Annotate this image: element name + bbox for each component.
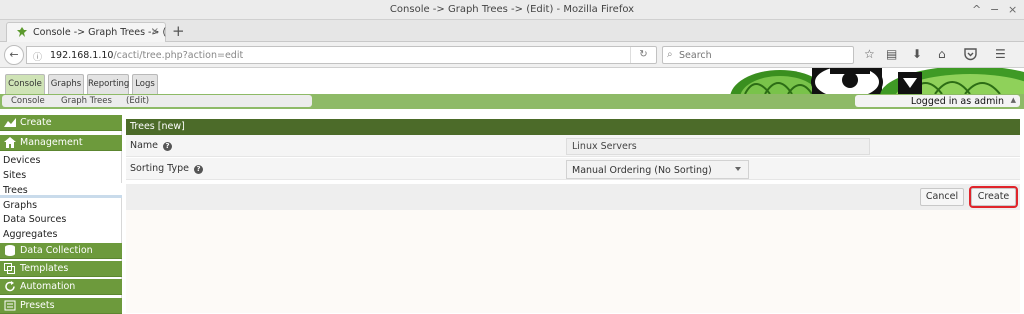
sidebar-item-label: Trees [3, 185, 28, 196]
sidebar-section-label: Automation [20, 281, 76, 292]
back-button[interactable]: ← [4, 45, 24, 65]
site-info-icon[interactable]: ⓘ [33, 50, 42, 63]
sidebar-section-management[interactable]: Management [0, 135, 122, 151]
sidebar-section-data-collection[interactable]: Data Collection [0, 243, 122, 259]
sorting-type-label: Sorting Type ? [130, 163, 204, 174]
refresh-icon [5, 281, 15, 292]
tab-logs[interactable]: Logs [132, 74, 158, 94]
sorting-type-value: Manual Ordering (No Sorting) [572, 165, 712, 176]
form-actions: Cancel Create [126, 184, 1020, 210]
sidebar-item-trees[interactable]: Trees [0, 183, 122, 198]
browser-tab-title: Console -> Graph Trees -> ( [33, 27, 167, 38]
sidebar-item-label: Devices [3, 155, 41, 166]
panel-title: Trees [new] [130, 121, 185, 132]
content-area [126, 210, 1020, 313]
main-content: Trees [new] Name ? Sorting Type ? Manual… [126, 119, 1020, 313]
sidebar-section-templates[interactable]: Templates [0, 261, 122, 277]
tab-console[interactable]: Console [5, 74, 45, 94]
create-button[interactable]: Create [969, 186, 1018, 208]
sidebar-item-graphs[interactable]: Graphs [0, 198, 122, 213]
navigation-bar: ← ⓘ 192.168.1.10/cacti/tree.php?action=e… [0, 42, 1024, 68]
name-field[interactable] [566, 138, 870, 155]
reload-icon[interactable]: ↻ [630, 47, 656, 63]
sidebar-item-label: Sites [3, 170, 27, 181]
search-box[interactable]: ⌕ [662, 46, 854, 64]
breadcrumb-edit: (Edit) [126, 96, 150, 106]
breadcrumb: Console Graph Trees (Edit) [2, 95, 312, 107]
pocket-icon[interactable] [964, 48, 977, 61]
copy-icon [4, 263, 15, 274]
search-input[interactable] [679, 48, 849, 62]
breadcrumb-console[interactable]: Console [11, 96, 45, 106]
name-label: Name ? [130, 140, 173, 151]
sidebar-item-label: Graphs [3, 200, 38, 211]
sidebar-item-label: Aggregates [3, 229, 58, 240]
menu-icon[interactable]: ☰ [995, 47, 1006, 61]
url-bar[interactable]: ⓘ 192.168.1.10/cacti/tree.php?action=edi… [26, 46, 657, 64]
sidebar-item-devices[interactable]: Devices [0, 153, 122, 168]
url-text: 192.168.1.10/cacti/tree.php?action=edit [50, 50, 243, 61]
url-path: /cacti/tree.php?action=edit [113, 50, 244, 61]
window-title: Console -> Graph Trees -> (Edit) - Mozil… [389, 4, 635, 15]
sidebar-section-label: Presets [20, 300, 55, 311]
url-host: 192.168.1.10 [50, 50, 114, 61]
help-icon[interactable]: ? [163, 142, 173, 151]
form-row-name: Name ? [126, 135, 1020, 157]
sidebar-item-sites[interactable]: Sites [0, 168, 122, 183]
sidebar: Create Management Devices Sites Trees Gr… [0, 115, 122, 314]
bookmark-star-icon[interactable]: ☆ [864, 47, 875, 61]
cacti-logo-image [720, 68, 1024, 94]
help-icon[interactable]: ? [194, 165, 204, 174]
sidebar-item-data-sources[interactable]: Data Sources [0, 212, 122, 227]
home-icon [4, 137, 16, 148]
sidebar-section-create[interactable]: Create [0, 115, 122, 131]
cancel-button[interactable]: Cancel [920, 188, 964, 206]
sidebar-item-aggregates[interactable]: Aggregates [0, 227, 122, 242]
sidebar-section-label: Templates [20, 263, 69, 274]
login-status: Logged in as admin [910, 96, 1004, 107]
dropdown-arrow-icon [735, 167, 741, 171]
window-maximize-icon[interactable]: ^ [972, 3, 981, 16]
tab-reporting[interactable]: Reporting [87, 74, 129, 94]
sorting-type-label-text: Sorting Type [130, 163, 190, 174]
name-label-text: Name [130, 140, 159, 151]
form-row-sorting-type: Sorting Type ? Manual Ordering (No Sorti… [126, 158, 1020, 180]
sidebar-section-presets[interactable]: Presets [0, 298, 122, 314]
sidebar-section-automation[interactable]: Automation [0, 279, 122, 295]
panel-header: Trees [new] [126, 119, 1020, 135]
browser-tab-strip: Console -> Graph Trees -> ( × + [0, 20, 1024, 42]
caret-up-icon: ▲ [1010, 96, 1016, 104]
list-icon [4, 300, 16, 311]
user-menu[interactable]: Logged in as admin ▲ [855, 95, 1020, 107]
cacti-header: Console Graphs Reporting Logs [0, 68, 1024, 94]
browser-tab[interactable]: Console -> Graph Trees -> ( × [6, 22, 166, 42]
new-tab-button[interactable]: + [172, 22, 185, 40]
database-icon [5, 245, 15, 256]
breadcrumb-graph-trees[interactable]: Graph Trees [61, 96, 112, 106]
cacti-favicon-icon [17, 27, 27, 37]
sidebar-item-label: Data Sources [3, 214, 67, 225]
sorting-type-select[interactable]: Manual Ordering (No Sorting) [566, 160, 749, 179]
breadcrumb-bar: Console Graph Trees (Edit) Logged in as … [0, 94, 1024, 109]
window-minimize-icon[interactable]: − [990, 3, 999, 16]
downloads-icon[interactable]: ⬇ [912, 47, 922, 61]
chart-icon [4, 118, 16, 127]
search-icon: ⌕ [667, 49, 673, 60]
sidebar-section-label: Data Collection [20, 245, 93, 256]
window-title-bar: Console -> Graph Trees -> (Edit) - Mozil… [0, 0, 1024, 20]
window-close-icon[interactable]: × [1008, 3, 1017, 16]
sidebar-section-label: Management [20, 137, 83, 148]
tab-graphs[interactable]: Graphs [48, 74, 84, 94]
tab-close-icon[interactable]: × [151, 26, 159, 37]
sidebar-section-label: Create [20, 117, 52, 128]
reading-list-icon[interactable]: ▤ [886, 47, 897, 61]
home-icon[interactable]: ⌂ [938, 47, 946, 61]
